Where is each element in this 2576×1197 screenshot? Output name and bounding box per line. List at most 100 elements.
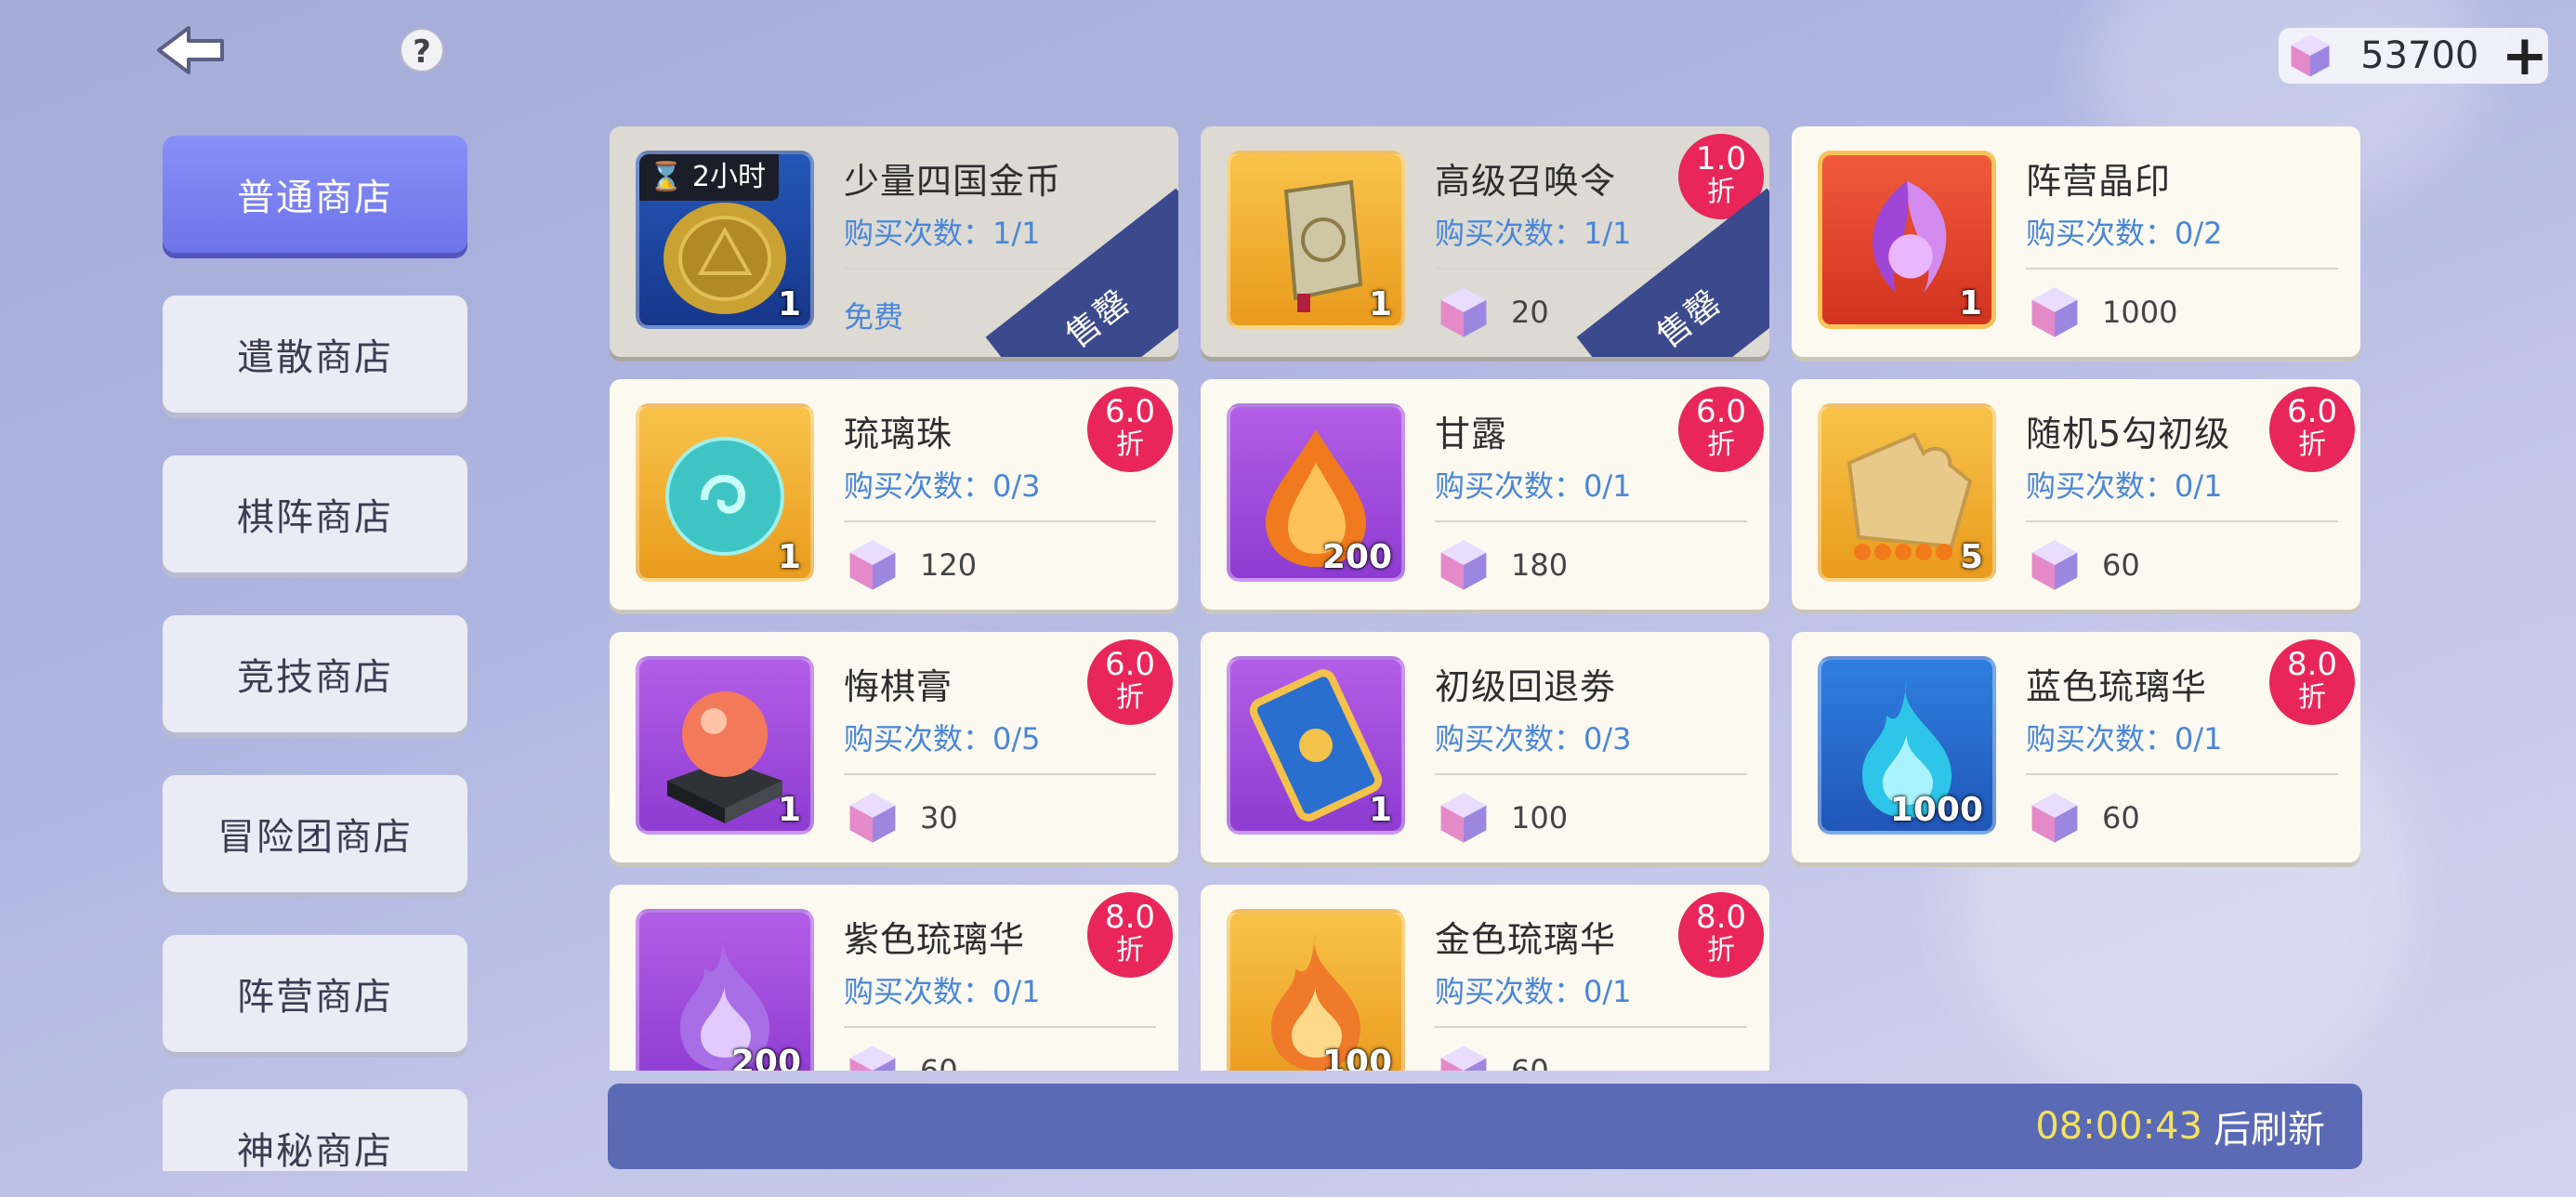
shop-item-card[interactable]: 100 金色琉璃华 购买次数：0/1 60 8.0 折	[1201, 885, 1769, 1071]
sidebar-tab-label: 棋阵商店	[237, 496, 393, 539]
shop-item-card[interactable]: 1 高级召唤令 购买次数：1/1 20 1.0 折 售罄	[1201, 126, 1769, 357]
purchase-limit: 购买次数：0/1	[2026, 721, 2223, 756]
item-count: 1	[1958, 284, 1982, 322]
back-arrow-icon	[157, 26, 224, 74]
price-value: 60	[2102, 800, 2140, 835]
divider	[2026, 520, 2338, 522]
price-value: 120	[920, 547, 978, 583]
item-name: 悔棋膏	[844, 666, 953, 707]
item-name: 金色琉璃华	[1435, 919, 1617, 960]
crystal-cube-icon	[1440, 287, 1487, 337]
shop-item-card[interactable]: 1 阵营晶印 购买次数：0/2 1000	[1792, 126, 2360, 357]
divider	[1435, 1026, 1747, 1028]
purchase-limit: 购买次数：0/3	[1435, 721, 1632, 756]
shop-item-card[interactable]: 200 甘露 购买次数：0/1 180 6.0 折	[1201, 379, 1769, 610]
divider	[844, 1026, 1156, 1028]
sidebar-tab-faction-shop[interactable]: 阵营商店	[163, 935, 467, 1052]
crystal-cube-icon	[1440, 1046, 1487, 1071]
purchase-limit: 购买次数：0/5	[844, 721, 1041, 756]
sidebar-tab-adventure-shop[interactable]: 冒险团商店	[163, 775, 467, 892]
item-price: 60	[2026, 785, 2140, 850]
sidebar-tab-mystery-shop[interactable]: 神秘商店	[163, 1089, 467, 1171]
timer-badge: ⌛ 2小时	[639, 154, 779, 201]
discount-value: 6.0	[1695, 393, 1747, 430]
discount-unit: 折	[2298, 428, 2326, 461]
discount-badge: 6.0 折	[1087, 387, 1173, 472]
item-price: 100	[1435, 785, 1568, 850]
price-value: 1000	[2102, 295, 2178, 330]
back-button[interactable]	[153, 22, 228, 78]
item-name: 随机5勾初级	[2026, 414, 2231, 454]
purchase-limit: 购买次数：0/1	[844, 974, 1041, 1009]
sidebar-tab-arena-shop[interactable]: 竞技商店	[163, 615, 467, 732]
sidebar-tab-chess-shop[interactable]: 棋阵商店	[163, 455, 467, 572]
nectar-drop-icon: 200	[1227, 403, 1405, 582]
purchase-limit: 购买次数：0/2	[2026, 216, 2223, 251]
faction-crystal-icon: 1	[1818, 151, 1996, 329]
help-button[interactable]: ?	[400, 28, 444, 72]
sidebar-tab-label: 遣散商店	[237, 336, 393, 379]
crystal-cube-icon	[849, 540, 896, 590]
price-value: 60	[920, 1053, 958, 1071]
blue-flame-icon: 1000	[1818, 656, 1996, 835]
crystal-cube-icon	[849, 793, 896, 843]
discount-value: 8.0	[1104, 899, 1156, 936]
add-currency-button[interactable]: +	[2502, 28, 2548, 84]
divider	[2026, 773, 2338, 775]
price-value: 180	[1511, 547, 1569, 583]
item-count: 1	[1368, 285, 1392, 323]
divider	[2026, 268, 2338, 270]
item-name: 琉璃珠	[844, 414, 953, 454]
discount-badge: 8.0 折	[2269, 639, 2355, 725]
crystal-cube-icon	[1440, 540, 1487, 590]
divider	[844, 520, 1156, 522]
sidebar-tab-label: 普通商店	[237, 177, 393, 219]
discount-badge: 6.0 折	[2269, 387, 2355, 472]
discount-badge: 8.0 折	[1087, 892, 1173, 978]
discount-unit: 折	[1707, 428, 1735, 461]
divider	[844, 773, 1156, 775]
crystal-cube-icon	[849, 1046, 896, 1071]
item-price: 1000	[2026, 280, 2177, 345]
shop-item-card[interactable]: 200 紫色琉璃华 购买次数：0/1 60 8.0 折	[610, 885, 1178, 1071]
purple-flame-icon: 200	[636, 909, 814, 1071]
purchase-limit: 购买次数：1/1	[844, 216, 1041, 251]
item-name: 初级回退劵	[1435, 666, 1617, 707]
soldout-label: 售罄	[1058, 282, 1138, 356]
soldout-label: 售罄	[1649, 282, 1729, 356]
shop-item-card[interactable]: 1 初级回退劵 购买次数：0/3 100	[1201, 632, 1769, 862]
crystal-cube-icon	[2291, 34, 2330, 77]
discount-value: 6.0	[2286, 393, 2338, 430]
item-price: 60	[1435, 1038, 1549, 1071]
undo-orb-icon: 1	[636, 656, 814, 835]
item-count: 1	[1368, 791, 1392, 829]
discount-badge: 8.0 折	[1678, 892, 1764, 978]
shop-item-card[interactable]: 1 悔棋膏 购买次数：0/5 30 6.0 折	[610, 632, 1178, 862]
shop-item-card[interactable]: 1 琉璃珠 购买次数：0/3 120 6.0 折	[610, 379, 1178, 610]
sidebar-tab-label: 神秘商店	[237, 1130, 393, 1171]
price-free: 免费	[844, 299, 904, 335]
refresh-countdown: 08:00:43	[2035, 1105, 2202, 1148]
shop-grid[interactable]: ⌛ 2小时 1 少量四国金币 购买次数：1/1 免费 售罄 1 高级召唤令 购买…	[608, 125, 2373, 1071]
price-value: 60	[1511, 1053, 1549, 1071]
shop-item-card[interactable]: 5 随机5勾初级 购买次数：0/1 60 6.0 折	[1792, 379, 2360, 610]
timer-label: 2小时	[691, 161, 766, 193]
item-count: 200	[730, 1044, 801, 1071]
discount-unit: 折	[2298, 681, 2326, 714]
glass-orb-icon: 1	[636, 403, 814, 582]
crystal-cube-icon	[2031, 287, 2078, 337]
sidebar-tab-label: 冒险团商店	[217, 816, 413, 859]
divider	[1435, 520, 1747, 522]
item-name: 高级召唤令	[1435, 161, 1617, 202]
discount-badge: 6.0 折	[1087, 639, 1173, 725]
shop-item-card[interactable]: ⌛ 2小时 1 少量四国金币 购买次数：1/1 免费 售罄	[610, 126, 1178, 357]
summon-scroll-icon: 1	[1227, 151, 1405, 329]
item-count: 1	[777, 538, 801, 576]
puzzle-piece-icon: 5	[1818, 403, 1996, 582]
price-value: 30	[920, 800, 958, 835]
item-price: 60	[844, 1038, 958, 1071]
shop-item-card[interactable]: 1000 蓝色琉璃华 购买次数：0/1 60 8.0 折	[1792, 632, 2360, 862]
sidebar-tab-normal-shop[interactable]: 普通商店	[163, 136, 467, 253]
discount-unit: 折	[1707, 934, 1735, 967]
sidebar-tab-dismiss-shop[interactable]: 遣散商店	[163, 296, 467, 413]
